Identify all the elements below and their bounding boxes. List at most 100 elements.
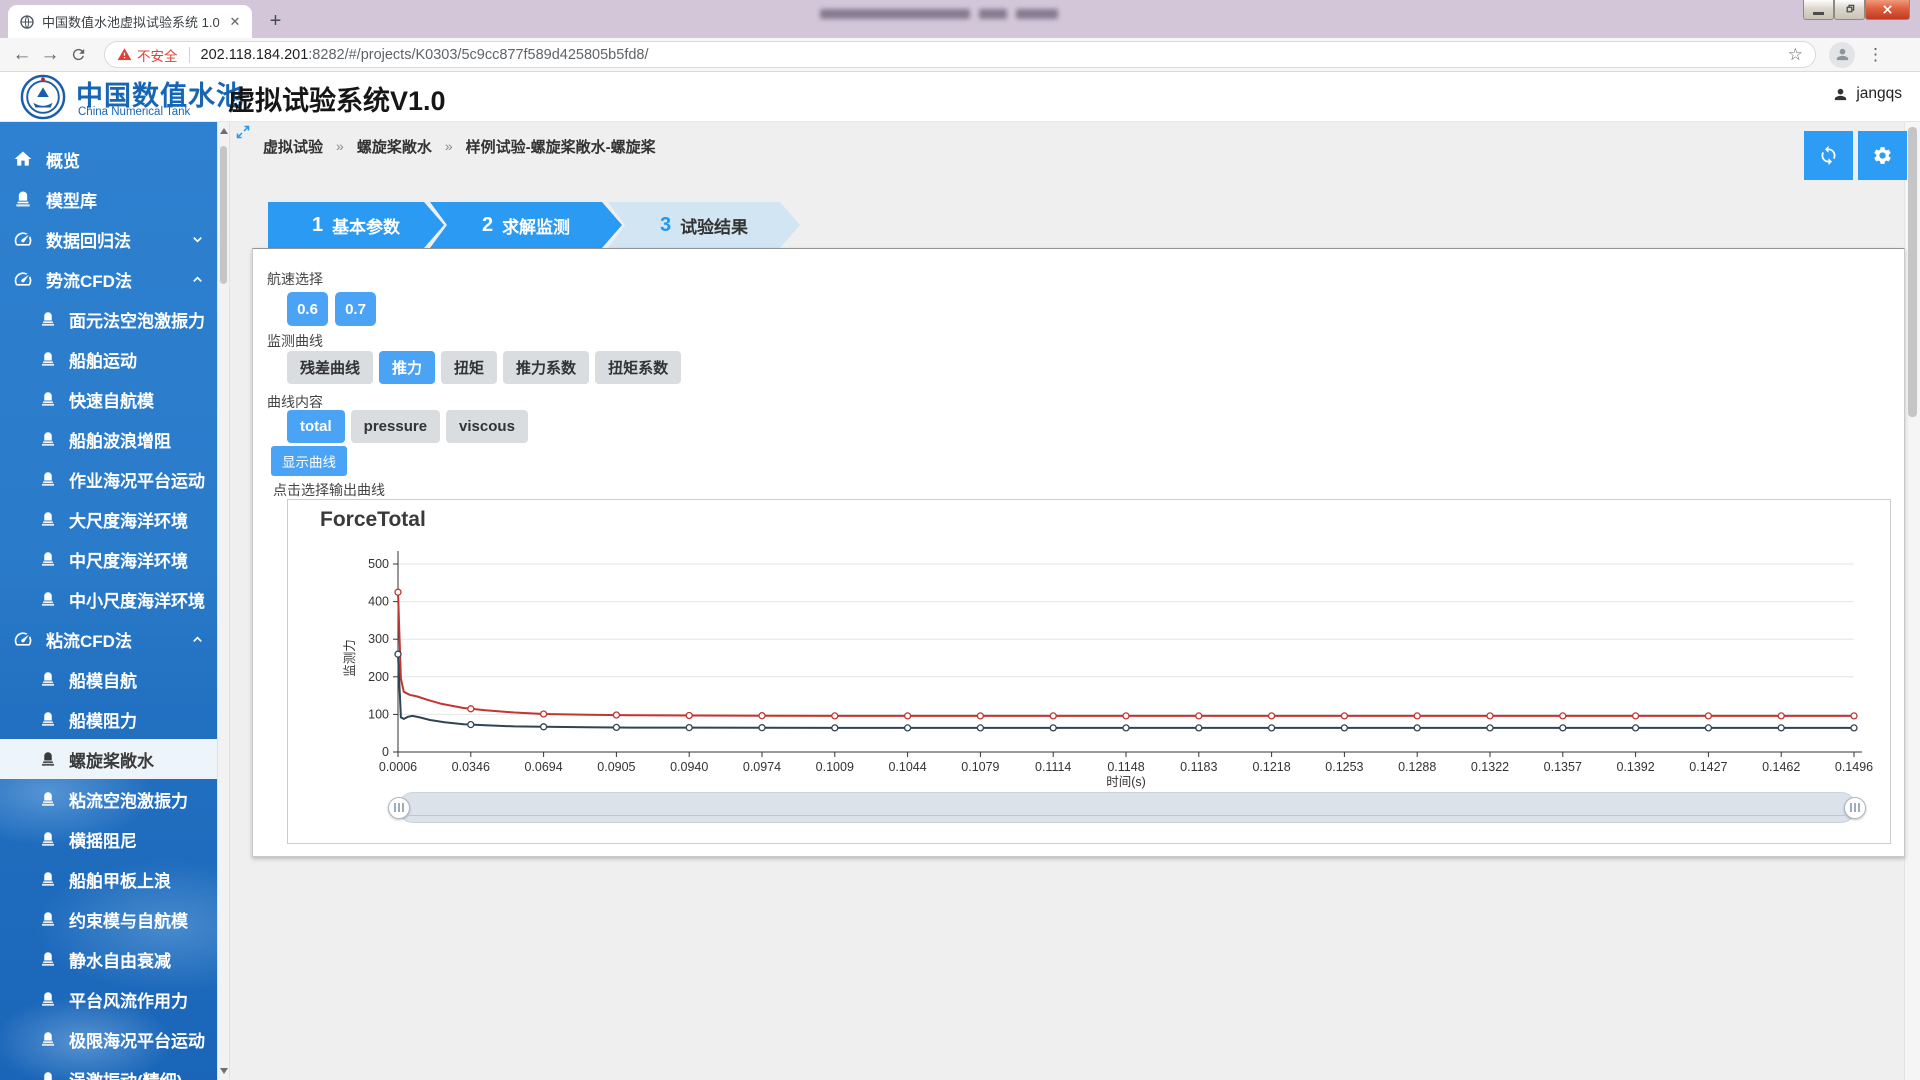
model-icon bbox=[39, 430, 57, 448]
tab-step-3[interactable]: 3试验结果 bbox=[608, 202, 800, 248]
sidebar-item[interactable]: 约束模与自航模 bbox=[0, 899, 217, 939]
tab-step-1[interactable]: 1基本参数 bbox=[268, 202, 444, 248]
svg-text:100: 100 bbox=[368, 707, 389, 721]
curve-option[interactable]: viscous bbox=[446, 410, 528, 443]
model-icon bbox=[39, 710, 57, 728]
svg-text:500: 500 bbox=[368, 557, 389, 571]
curve-option[interactable]: total bbox=[287, 410, 345, 443]
collapse-sidebar-icon[interactable] bbox=[235, 124, 251, 140]
window-minimize-button[interactable] bbox=[1803, 0, 1834, 20]
sidebar-item-label: 船舶运动 bbox=[69, 347, 137, 372]
forward-icon[interactable]: → bbox=[36, 44, 64, 66]
home-icon bbox=[13, 149, 33, 169]
model-icon bbox=[39, 670, 57, 688]
settings-button[interactable] bbox=[1858, 131, 1907, 180]
sidebar-item[interactable]: 横摇阻尼 bbox=[0, 819, 217, 859]
svg-text:0.0694: 0.0694 bbox=[524, 760, 562, 774]
sidebar-item[interactable]: 概览 bbox=[0, 139, 217, 179]
sidebar-item[interactable]: 船舶运动 bbox=[0, 339, 217, 379]
monitor-option[interactable]: 推力系数 bbox=[503, 351, 589, 384]
sidebar-item-label: 螺旋桨敞水 bbox=[69, 747, 154, 772]
window-close-button[interactable] bbox=[1865, 0, 1910, 20]
speed-option[interactable]: 0.6 bbox=[287, 292, 328, 326]
sidebar-item[interactable]: 船舶甲板上浪 bbox=[0, 859, 217, 899]
tab-close-icon[interactable]: ✕ bbox=[227, 14, 243, 30]
sidebar-item[interactable]: 大尺度海洋环境 bbox=[0, 499, 217, 539]
sidebar-item[interactable]: 中小尺度海洋环境 bbox=[0, 579, 217, 619]
security-warning-icon[interactable] bbox=[117, 47, 132, 62]
monitor-curve-label: 监测曲线 bbox=[267, 331, 323, 351]
tab-label: 基本参数 bbox=[332, 213, 400, 238]
scroll-down-icon[interactable] bbox=[220, 1068, 228, 1074]
sidebar-item[interactable]: 船舶波浪增阻 bbox=[0, 419, 217, 459]
select-output-hint: 点击选择输出曲线 bbox=[273, 480, 385, 500]
sidebar-item[interactable]: 作业海况平台运动 bbox=[0, 459, 217, 499]
datazoom-right-handle[interactable] bbox=[1844, 797, 1866, 819]
back-icon[interactable]: ← bbox=[8, 44, 36, 66]
sidebar-item[interactable]: 面元法空泡激振力 bbox=[0, 299, 217, 339]
sidebar-item[interactable]: 平台风流作用力 bbox=[0, 979, 217, 1019]
sidebar-item[interactable]: 数据回归法 bbox=[0, 219, 217, 259]
sidebar-item-label: 静水自由衰减 bbox=[69, 947, 171, 972]
model-icon bbox=[39, 990, 57, 1008]
sidebar-item-label: 中尺度海洋环境 bbox=[69, 547, 188, 572]
browser-profile-avatar[interactable] bbox=[1829, 42, 1855, 68]
reload-icon[interactable] bbox=[64, 46, 92, 63]
new-tab-button[interactable]: + bbox=[262, 8, 289, 35]
url-text[interactable]: 202.118.184.201:8282/#/projects/K0303/5c… bbox=[201, 47, 1778, 63]
app-title: 虚拟试验系统V1.0 bbox=[228, 79, 446, 118]
datazoom-left-handle[interactable] bbox=[388, 797, 410, 819]
sidebar-item[interactable]: 涡激振动(精细) bbox=[0, 1059, 217, 1080]
scrollbar-thumb[interactable] bbox=[220, 146, 227, 284]
sidebar-item[interactable]: 模型库 bbox=[0, 179, 217, 219]
speed-option[interactable]: 0.7 bbox=[335, 292, 376, 326]
sidebar-item[interactable]: 中尺度海洋环境 bbox=[0, 539, 217, 579]
browser-menu-icon[interactable]: ⋮ bbox=[1867, 45, 1884, 65]
sidebar-item[interactable]: 极限海况平台运动 bbox=[0, 1019, 217, 1059]
background-window-title bbox=[820, 9, 1058, 19]
svg-text:时间(s): 时间(s) bbox=[1106, 775, 1146, 789]
svg-text:0.1183: 0.1183 bbox=[1180, 760, 1217, 774]
bookmark-star-icon[interactable]: ☆ bbox=[1788, 45, 1803, 65]
window-restore-button[interactable] bbox=[1834, 0, 1865, 20]
monitor-option[interactable]: 扭矩系数 bbox=[595, 351, 681, 384]
breadcrumb-item[interactable]: 样例试验-螺旋桨敞水-螺旋桨 bbox=[466, 136, 656, 157]
browser-tab[interactable]: 中国数值水池虚拟试验系统 1.0 ✕ bbox=[8, 5, 252, 38]
sidebar-item[interactable]: 粘流空泡激振力 bbox=[0, 779, 217, 819]
monitor-option[interactable]: 推力 bbox=[379, 351, 435, 384]
sidebar-item-label: 概览 bbox=[46, 147, 80, 172]
address-bar[interactable]: 不安全 202.118.184.201:8282/#/projects/K030… bbox=[104, 41, 1816, 68]
breadcrumb-item[interactable]: 虚拟试验 bbox=[263, 136, 323, 157]
sidebar-item[interactable]: 船模阻力 bbox=[0, 699, 217, 739]
content-scrollbar-left[interactable] bbox=[217, 122, 230, 1080]
sidebar-item[interactable]: 船模自航 bbox=[0, 659, 217, 699]
model-icon bbox=[39, 950, 57, 968]
svg-text:0.1462: 0.1462 bbox=[1762, 760, 1800, 774]
brand-name-en: China Numerical Tank bbox=[78, 106, 190, 118]
model-icon bbox=[39, 310, 57, 328]
user-menu[interactable]: jangqs bbox=[1832, 85, 1902, 103]
svg-text:200: 200 bbox=[368, 670, 389, 684]
curve-option[interactable]: pressure bbox=[351, 410, 440, 443]
datazoom-slider[interactable] bbox=[398, 792, 1856, 823]
sidebar-item[interactable]: 快速自航模 bbox=[0, 379, 217, 419]
sidebar-item-label: 面元法空泡激振力 bbox=[69, 307, 205, 332]
tab-step-2[interactable]: 2求解监测 bbox=[430, 202, 622, 248]
sidebar-item[interactable]: 势流CFD法 bbox=[0, 259, 217, 299]
breadcrumb-item[interactable]: 螺旋桨敞水 bbox=[357, 136, 432, 157]
sidebar-item-label: 船模阻力 bbox=[69, 707, 137, 732]
monitor-option[interactable]: 残差曲线 bbox=[287, 351, 373, 384]
monitor-option[interactable]: 扭矩 bbox=[441, 351, 497, 384]
refresh-button[interactable] bbox=[1804, 131, 1853, 180]
os-titlebar: 中国数值水池虚拟试验系统 1.0 ✕ + bbox=[0, 0, 1920, 38]
scroll-up-icon[interactable] bbox=[220, 128, 228, 134]
model-icon bbox=[39, 870, 57, 888]
security-warning-label[interactable]: 不安全 bbox=[137, 45, 178, 65]
tab-number: 2 bbox=[482, 214, 493, 237]
scrollbar-thumb[interactable] bbox=[1908, 127, 1917, 417]
sidebar-item[interactable]: 静水自由衰减 bbox=[0, 939, 217, 979]
sidebar-item[interactable]: 粘流CFD法 bbox=[0, 619, 217, 659]
page-scrollbar-right[interactable] bbox=[1904, 122, 1920, 1080]
sidebar-item[interactable]: 螺旋桨敞水 bbox=[0, 739, 217, 779]
show-curve-button[interactable]: 显示曲线 bbox=[271, 446, 347, 476]
